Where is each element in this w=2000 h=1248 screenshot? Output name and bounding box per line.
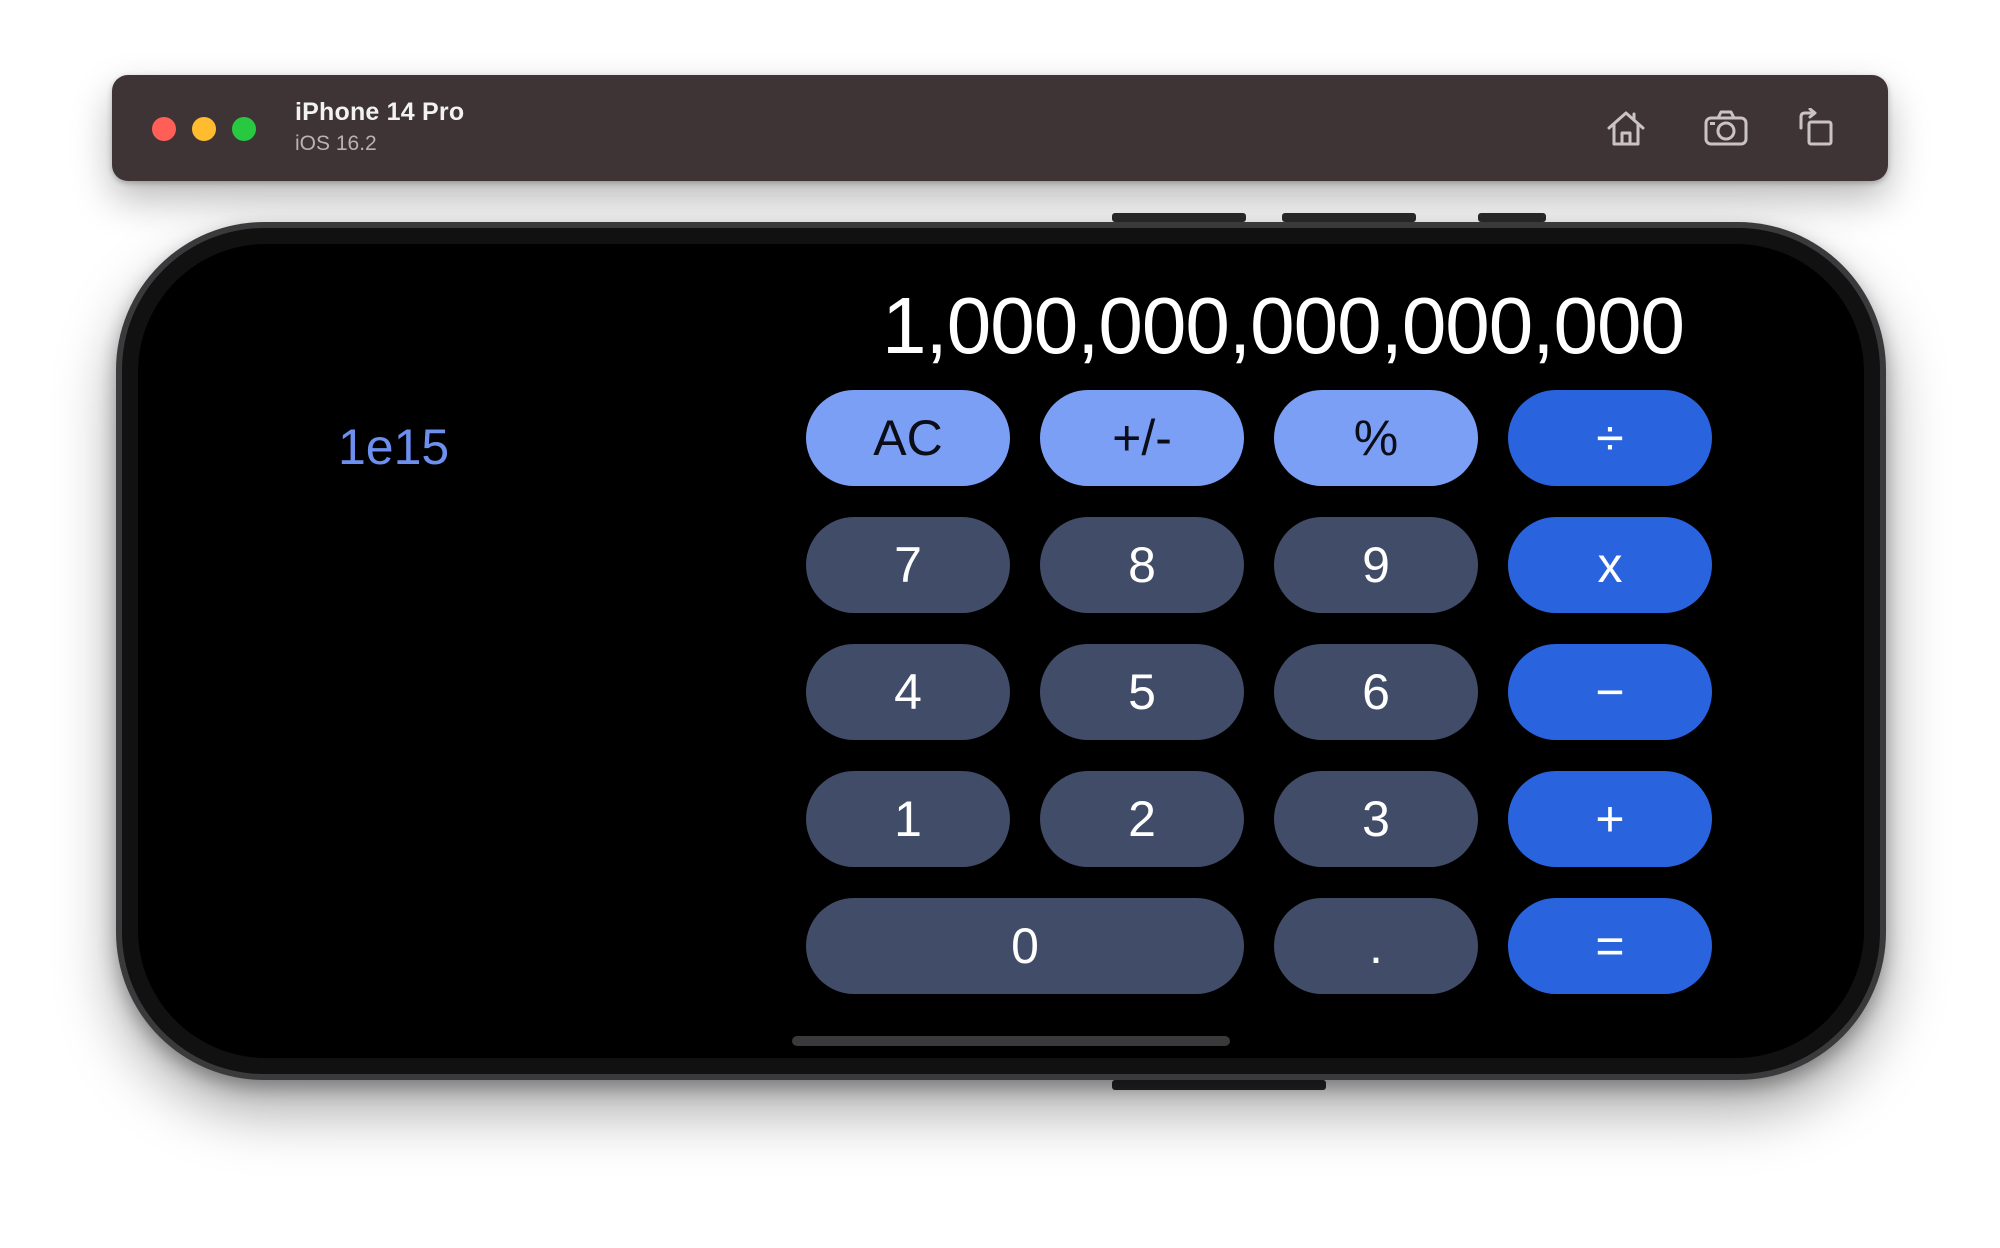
percent-button[interactable]: % [1274, 390, 1478, 486]
digit-5-button[interactable]: 5 [1040, 644, 1244, 740]
iphone-device-frame: 1,000,000,000,000,000 1e15 AC +/- % ÷ 7 … [116, 222, 1886, 1080]
camera-icon [1704, 110, 1748, 146]
close-window-button[interactable] [152, 117, 176, 141]
digit-9-button[interactable]: 9 [1274, 517, 1478, 613]
digit-7-button[interactable]: 7 [806, 517, 1010, 613]
digit-1-button[interactable]: 1 [806, 771, 1010, 867]
device-name: iPhone 14 Pro [295, 98, 465, 126]
equals-button[interactable]: = [1508, 898, 1712, 994]
zoom-window-button[interactable] [232, 117, 256, 141]
minimize-window-button[interactable] [192, 117, 216, 141]
subtract-button[interactable]: − [1508, 644, 1712, 740]
volume-up-hardware-button[interactable] [1112, 213, 1246, 222]
volume-down-hardware-button[interactable] [1282, 213, 1416, 222]
digit-2-button[interactable]: 2 [1040, 771, 1244, 867]
simulator-title-bar: iPhone 14 Pro iOS 16.2 [112, 75, 1888, 181]
rotate-button[interactable] [1790, 103, 1842, 153]
rotate-icon [1799, 108, 1833, 146]
digit-6-button[interactable]: 6 [1274, 644, 1478, 740]
device-screen: 1,000,000,000,000,000 1e15 AC +/- % ÷ 7 … [138, 244, 1864, 1058]
digit-8-button[interactable]: 8 [1040, 517, 1244, 613]
screenshot-button[interactable] [1700, 103, 1752, 153]
digit-0-button[interactable]: 0 [806, 898, 1244, 994]
digit-4-button[interactable]: 4 [806, 644, 1010, 740]
divide-button[interactable]: ÷ [1508, 390, 1712, 486]
home-indicator[interactable] [792, 1036, 1230, 1046]
os-version: iOS 16.2 [295, 132, 377, 155]
home-icon [1607, 111, 1645, 146]
decimal-button[interactable]: . [1274, 898, 1478, 994]
multiply-button[interactable]: x [1508, 517, 1712, 613]
action-hardware-button[interactable] [1478, 213, 1546, 222]
device-bezel: 1,000,000,000,000,000 1e15 AC +/- % ÷ 7 … [122, 228, 1880, 1074]
digit-3-button[interactable]: 3 [1274, 771, 1478, 867]
toggle-sign-button[interactable]: +/- [1040, 390, 1244, 486]
power-hardware-button[interactable] [1112, 1080, 1326, 1090]
home-button[interactable] [1600, 103, 1652, 153]
all-clear-button[interactable]: AC [806, 390, 1010, 486]
add-button[interactable]: + [1508, 771, 1712, 867]
calculator-display: 1,000,000,000,000,000 [881, 281, 1685, 370]
calculator-expression: 1e15 [338, 419, 450, 475]
